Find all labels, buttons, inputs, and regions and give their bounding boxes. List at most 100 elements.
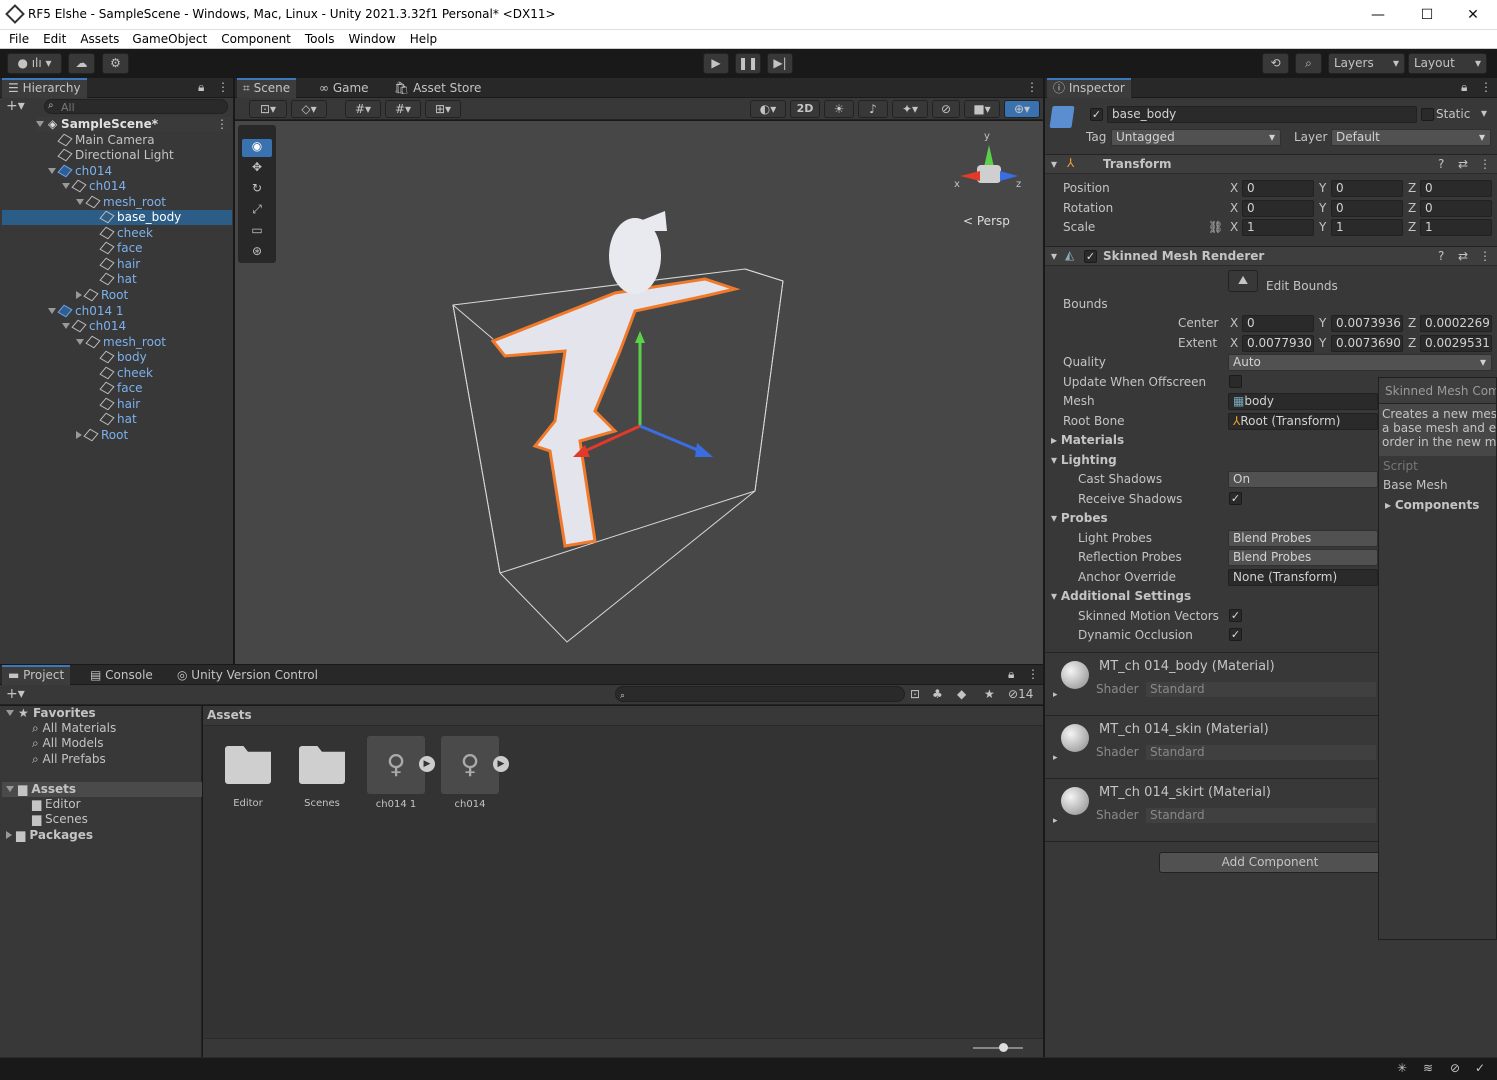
reflection-probes-dropdown[interactable]: Blend Probes [1228,549,1378,566]
list-item[interactable]: Main Camera [57,133,155,148]
tab-asset-store[interactable]: 🛍︎ Asset Store [388,78,487,98]
maximize-button[interactable]: ☐ [1404,2,1450,28]
camera-mode-icon[interactable]: ◐▾ [750,100,786,118]
rotation-y-field[interactable]: 0 [1331,200,1403,217]
list-item[interactable]: hair [99,257,140,272]
foldout-icon[interactable]: ▸ [1053,816,1058,826]
tab-project[interactable]: ▬ Project [2,665,71,685]
additional-settings-foldout[interactable]: ▾ Additional Settings [1051,589,1191,603]
gizmos-icon[interactable]: ⊕▾ [1004,100,1040,118]
anchor-override-field[interactable]: None (Transform) [1228,569,1378,586]
shader-dropdown[interactable]: Standard [1145,681,1377,698]
menu-assets[interactable]: Assets [80,30,119,46]
asset-folder[interactable]: Scenes [297,746,347,828]
effects-icon[interactable]: ✦▾ [892,100,928,118]
create-add-icon[interactable]: +▾ [6,686,25,702]
tree-item-scenes[interactable]: ▆ Scenes [32,812,88,827]
position-y-field[interactable]: 0 [1331,180,1403,197]
list-item[interactable]: hat [99,272,137,287]
more-menu-icon[interactable]: ⋮ [1026,80,1038,94]
gizmo-center[interactable] [977,165,1001,183]
favorite-item[interactable]: ⌕ All Materials [32,721,116,736]
list-item[interactable]: ch014 [62,179,126,194]
menu-gameobject[interactable]: GameObject [132,30,207,46]
slider-handle[interactable] [999,1043,1008,1052]
edit-bounds-icon[interactable]: ⛰ [1228,270,1258,292]
list-item[interactable]: body [99,350,147,365]
asset-model[interactable]: ♀ ▶ ch014 1 [367,736,447,818]
popup-components-item[interactable]: ▸ Components [1385,498,1479,512]
root-bone-field[interactable]: ⅄Root (Transform) [1228,413,1378,430]
list-item[interactable]: mesh_root [76,195,166,210]
tab-version-control[interactable]: ◎ Unity Version Control [171,665,324,685]
lock-icon[interactable]: 🔒︎ [1008,667,1014,682]
transform-header[interactable]: ▾ ⅄ Transform ? ⇄ ⋮ [1045,154,1497,174]
list-item[interactable]: ch014 1 [48,304,124,319]
list-item[interactable]: face [99,241,143,256]
status-ok-icon[interactable]: ✓ [1475,1061,1485,1075]
favorite-item[interactable]: ⌕ All Models [32,736,104,751]
asset-model[interactable]: ♀ ▶ ch014 [441,736,521,818]
asset-folder[interactable]: Editor [223,746,273,828]
extent-y-field[interactable]: 0.0073690 [1331,335,1403,352]
tab-hierarchy[interactable]: ☰ Hierarchy [2,78,87,98]
favorites-header[interactable]: ★ Favorites [6,706,96,721]
static-dropdown-icon[interactable]: ▾ [1481,106,1487,120]
minimize-button[interactable]: — [1355,2,1401,28]
scale-z-field[interactable]: 1 [1420,219,1492,236]
more-menu-icon[interactable]: ⋮ [1480,80,1492,94]
history-icon[interactable]: ⟲ [1262,53,1289,74]
probes-foldout[interactable]: ▾ Probes [1051,511,1108,525]
icon-size-slider[interactable] [973,1047,1023,1049]
list-item[interactable]: cheek [99,366,153,381]
receive-shadows-checkbox[interactable]: ✓ [1229,492,1242,505]
help-icon[interactable]: ? [1438,157,1444,171]
account-button[interactable]: ● ılı ▾ [7,53,62,74]
breadcrumb[interactable]: Assets [203,706,1043,726]
extent-z-field[interactable]: 0.0029531 [1420,335,1492,352]
quality-dropdown[interactable]: Auto ▾ [1228,354,1492,371]
perspective-toggle[interactable]: < Persp [963,214,1010,228]
expand-arrow-icon[interactable]: ▶ [493,756,509,772]
camera-settings-icon[interactable]: ■▾ [964,100,1000,118]
static-checkbox[interactable] [1421,108,1434,121]
menu-edit[interactable]: Edit [43,30,66,46]
layers-dropdown[interactable]: Layers ▾ [1328,53,1405,74]
list-item[interactable]: ch014 [48,164,112,179]
active-checkbox[interactable]: ✓ [1090,108,1103,121]
menu-file[interactable]: File [9,30,29,46]
center-z-field[interactable]: 0.0002269 [1420,315,1492,332]
scene-viewport[interactable]: ◉ ✥ ↻ ⤢ ▭ ⊛ y x z < Persp [235,121,1043,664]
favorite-item[interactable]: ⌕ All Prefabs [32,752,106,767]
dynamic-occlusion-checkbox[interactable]: ✓ [1229,628,1242,641]
preset-icon[interactable]: ⇄ [1458,249,1468,263]
menu-window[interactable]: Window [348,30,395,46]
component-menu-icon[interactable]: ⋮ [1479,157,1491,171]
position-z-field[interactable]: 0 [1420,180,1492,197]
gizmo-x-axis[interactable] [960,171,980,181]
help-icon[interactable]: ? [1438,249,1444,263]
extent-x-field[interactable]: 0.0077930 [1242,335,1314,352]
search-by-label-icon[interactable]: ♣ [932,687,943,701]
layer-dropdown[interactable]: Default ▾ [1331,129,1491,146]
tree-item-assets[interactable]: ▆ Assets [2,782,202,797]
component-menu-icon[interactable]: ⋮ [1479,249,1491,263]
mesh-field[interactable]: ▦body [1228,393,1378,410]
create-add-icon[interactable]: +▾ [6,98,25,114]
cloud-icon[interactable]: ☁ [68,53,95,74]
search-icon[interactable]: ⌕ [1295,53,1322,74]
foldout-icon[interactable]: ▸ [1053,690,1058,700]
list-item[interactable]: hair [99,397,140,412]
hidden-packages-icon[interactable]: ⊘14 [1008,687,1033,701]
list-item[interactable]: cheek [99,226,153,241]
layout-dropdown[interactable]: Layout ▾ [1408,53,1487,74]
preset-icon[interactable]: ⇄ [1458,157,1468,171]
lighting-foldout[interactable]: ▾ Lighting [1051,453,1117,467]
position-x-field[interactable]: 0 [1242,180,1314,197]
foldout-icon[interactable]: ▸ [1053,753,1058,763]
center-x-field[interactable]: 0 [1242,315,1314,332]
gizmo-y-axis[interactable] [984,145,994,167]
lighting-toggle-icon[interactable]: ☀ [824,100,854,118]
close-button[interactable]: ✕ [1450,2,1496,28]
services-gear-icon[interactable]: ⚙ [102,53,129,74]
